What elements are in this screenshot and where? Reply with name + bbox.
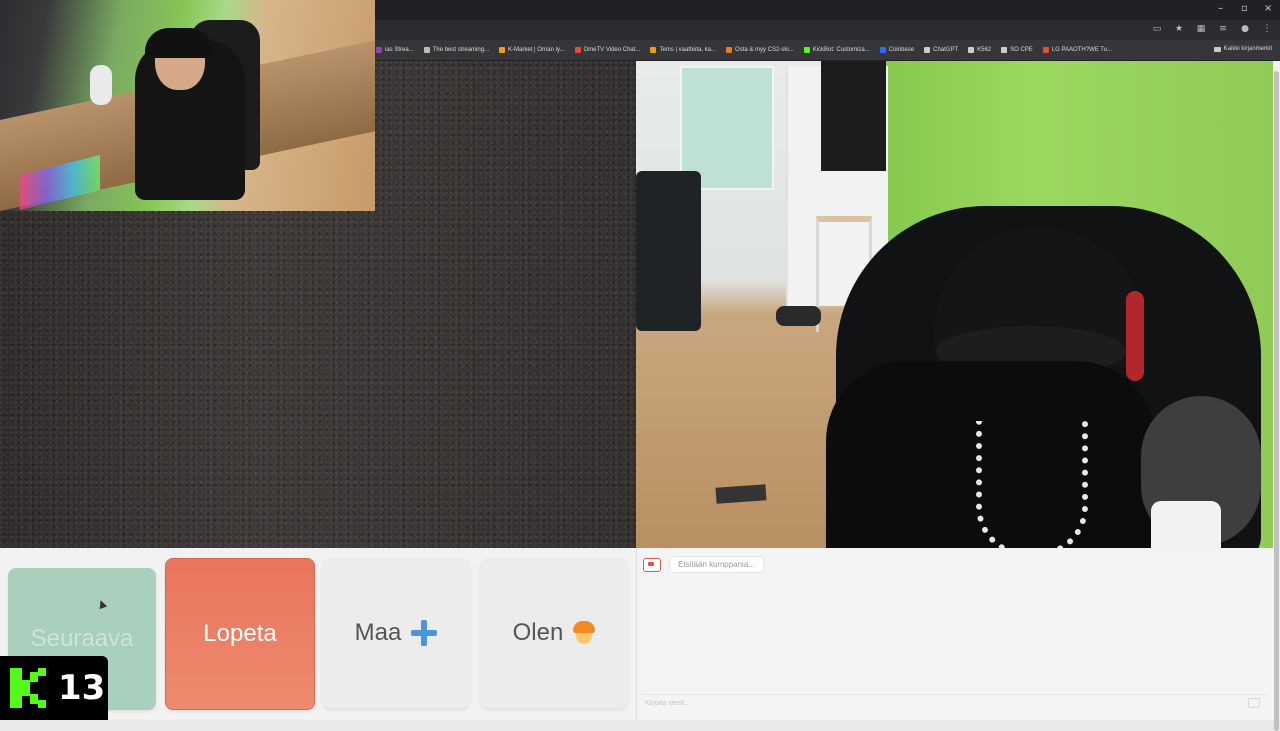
bookmark-item[interactable]: KickBot: Customiza... [803,47,870,53]
bookmark-label: KickBot: Customiza... [812,47,870,53]
bookmark-label: Osta & myy CS2-ski... [735,47,794,53]
chat-panel: Etsitään kumppania... Kirjoita viesti... [636,548,1274,720]
bookmark-favicon-icon [1042,47,1049,53]
profile-icon[interactable]: ● [1240,24,1250,34]
plus-icon [411,620,438,646]
split-icon[interactable]: ≡ [1218,24,1228,34]
bookmark-favicon-icon [803,47,810,53]
microphone [90,65,112,105]
bookmark-item[interactable]: Coinbase [879,47,915,53]
bookmark-label: SO CPE [1010,47,1033,53]
bookmark-label: The best streaming... [432,47,490,53]
bookmark-label: OmeTV Video Chat... [583,47,641,53]
tv-icon [643,557,661,572]
all-bookmarks[interactable]: Kaikki kirjanmerkit [1213,46,1272,52]
bookmark-favicon-icon [726,47,733,53]
bookmark-item[interactable]: K-Market | Ornan ly... [499,47,565,53]
cast-icon[interactable]: ▭ [1152,24,1162,34]
bookmark-favicon-icon [879,47,886,53]
viewer-count: 13 [58,668,106,708]
status-message: Etsitään kumppania... [669,556,764,573]
country-button-label: Maa [354,619,402,646]
scroll-thumb[interactable] [1274,71,1279,731]
bookmarks-list: ias Strea... The best streaming... K-Marke… [376,40,1112,60]
bookmark-item[interactable]: ChatGPT [924,47,958,53]
chat-input[interactable]: Kirjoita viesti... [641,694,1267,712]
bookmark-item[interactable]: OmeTV Video Chat... [574,47,641,53]
bookmark-label: Coinbase [888,47,915,53]
maximize-icon[interactable]: ▫ [1241,3,1248,14]
next-button-label: Seuraava [30,625,134,652]
streamer-facecam [0,0,375,211]
bookmark-item[interactable]: Tems | vaatteita, ka... [650,47,716,53]
bookmark-favicon-icon [924,47,931,53]
send-icon[interactable] [1248,698,1260,708]
bookmark-favicon-icon [968,47,975,53]
bookmark-label: K562 [977,47,992,53]
stop-button-label: Lopeta [203,620,277,647]
menu-icon[interactable]: ⋮ [1262,24,1272,34]
extensions-icon[interactable]: ▦ [1196,24,1206,34]
minimize-icon[interactable]: – [1218,3,1223,14]
bookmark-label: K-Market | Ornan ly... [508,47,565,53]
own-camera-video [636,61,1273,548]
bookmark-favicon-icon [376,47,382,53]
bookmark-label: Tems | vaatteita, ka... [659,47,717,53]
bookmark-favicon-icon [499,47,506,53]
bookmark-item[interactable]: SO CPE [1001,47,1033,53]
star-icon[interactable]: ★ [1174,24,1184,34]
kick-logo-icon [10,668,46,708]
boy-face-icon [573,621,596,645]
bookmark-label: LG PAAOTH?WE Tu... [1051,47,1113,53]
bookmark-favicon-icon [1001,47,1008,53]
bookmark-label: ias Strea... [385,47,414,53]
close-icon[interactable]: × [1264,3,1272,14]
chat-status: Etsitään kumppania... [643,556,764,573]
all-bookmarks-label: Kaikki kirjanmerkit [1223,46,1272,52]
gender-button-label: Olen [512,619,564,646]
bookmark-item[interactable]: Osta & myy CS2-ski... [726,47,794,53]
bookmark-favicon-icon [650,47,657,53]
page-scrollbar[interactable] [1273,61,1280,731]
bookmark-favicon-icon [574,47,581,53]
bookmark-favicon-icon [423,47,430,53]
country-button[interactable]: Maa [322,558,470,708]
stop-button[interactable]: Lopeta [165,558,315,710]
bookmark-item[interactable]: LG PAAOTH?WE Tu... [1042,47,1113,53]
bookmark-item[interactable]: K562 [968,47,991,53]
bookmark-item[interactable]: ias Strea... [376,47,414,53]
gender-button[interactable]: Olen [480,558,628,708]
folder-icon [1213,46,1221,52]
kick-viewer-badge: 13 [0,656,108,720]
bookmark-label: ChatGPT [933,47,959,53]
bookmark-item[interactable]: The best streaming... [423,47,490,53]
